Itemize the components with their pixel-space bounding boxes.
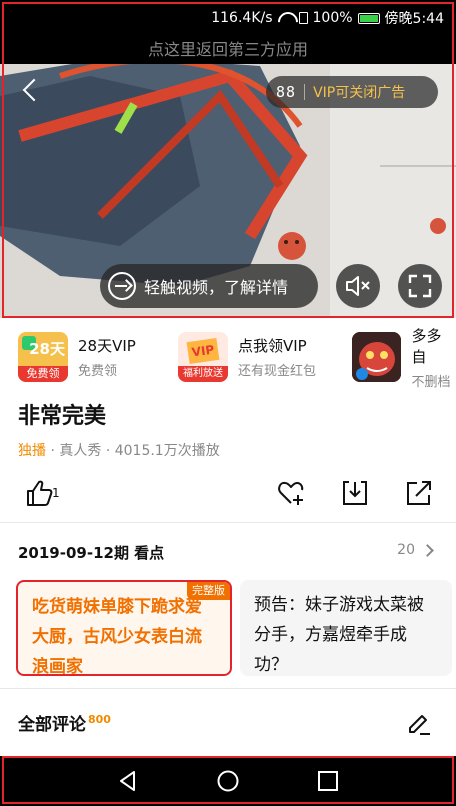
comments-count: 800 (88, 713, 111, 727)
full-version-badge: 完整版 (187, 582, 230, 600)
thumb-text: 28天 (29, 340, 65, 358)
wifi-icon (278, 12, 294, 24)
fullscreen-button[interactable] (398, 264, 442, 308)
highlight-card[interactable]: 完整版 吃货萌妹单膝下跪求爱大厨，古风少女表白流浪画家 (16, 580, 232, 677)
promo-subtitle: 还有现金红包 (238, 364, 317, 379)
network-speed: 116.4K/s (211, 10, 273, 26)
period-label: 2019-09-12期 看点 (18, 544, 165, 562)
battery-icon (357, 12, 380, 24)
return-to-app-banner[interactable]: 点这里返回第三方应用 (0, 36, 456, 64)
like-button[interactable]: 1 (24, 478, 64, 508)
episode-count-link[interactable]: 20 (397, 542, 434, 558)
arrow-circle-icon (108, 272, 136, 300)
promo-title: 28天VIP (78, 337, 136, 355)
game-character-icon (352, 332, 402, 382)
favorite-button[interactable] (276, 478, 306, 508)
learn-more-button[interactable]: 轻触视频，了解详情 (100, 264, 318, 308)
recents-square-icon[interactable] (316, 769, 340, 793)
show-category: 真人秀 (59, 443, 102, 459)
sim-icon (298, 12, 308, 24)
promo-thumb-3 (352, 332, 402, 382)
promo-subtitle: 不删档 (411, 374, 451, 390)
write-comment-button[interactable] (406, 710, 432, 736)
system-nav-bar (0, 756, 456, 806)
promo-item-1[interactable]: 28天 免费领 28天VIP 免费领 (18, 330, 136, 384)
comments-header[interactable]: 全部评论 800 (18, 710, 111, 735)
like-count: 1 (52, 486, 60, 500)
download-button[interactable] (340, 478, 370, 508)
show-meta: 独播 · 真人秀 · 4015.1万次播放 (18, 443, 220, 459)
back-arrow-icon[interactable] (20, 78, 44, 102)
battery-percent: 100% (312, 10, 353, 26)
speaker-mute-icon (346, 276, 370, 296)
promo-subtitle: 免费领 (78, 364, 118, 379)
promo-item-2[interactable]: VIP 福利放送 点我领VIP 还有现金红包 (178, 330, 316, 384)
highlight-card-text: 吃货萌妹单膝下跪求爱大厨，古风少女表白流浪画家 (32, 597, 202, 677)
ad-countdown: 88 (276, 83, 297, 101)
divider (304, 84, 306, 100)
show-title: 非常完美 (18, 404, 107, 429)
promo-title: 多多自 (411, 326, 442, 366)
promo-thumb-1: 28天 免费领 (18, 332, 68, 382)
back-triangle-icon[interactable] (116, 769, 140, 793)
promo-thumb-2: VIP 福利放送 (178, 332, 228, 382)
divider (0, 688, 456, 689)
thumb-sub: 免费领 (18, 366, 68, 382)
pencil-icon (409, 715, 430, 735)
learn-more-label: 轻触视频，了解详情 (144, 278, 289, 297)
vip-close-ad-label: VIP可关闭广告 (313, 85, 406, 101)
thumb-sub: 福利放送 (178, 366, 228, 382)
exclusive-tag: 独播 (18, 443, 46, 459)
clock: 傍晚5:44 (384, 11, 444, 27)
thumb-text: VIP (186, 338, 220, 364)
home-circle-icon[interactable] (216, 769, 240, 793)
chevron-right-icon (421, 543, 434, 557)
play-count: 4015.1万次播放 (114, 443, 220, 459)
fullscreen-icon (408, 274, 432, 298)
share-button[interactable] (404, 478, 434, 508)
heart-plus-icon (278, 481, 304, 505)
preview-card-text: 预告：妹子游戏太菜被分手，方嘉煜牵手成功？ (254, 595, 424, 675)
promo-item-3[interactable]: 多多自 不删档 (352, 327, 456, 390)
episode-count: 20 (397, 542, 415, 558)
preview-card[interactable]: 预告：妹子游戏太菜被分手，方嘉煜牵手成功？ (240, 580, 452, 676)
download-icon (343, 481, 367, 505)
status-bar: 116.4K/s 100% 傍晚5:44 (0, 0, 456, 36)
promo-title: 点我领VIP (238, 337, 307, 355)
divider (0, 522, 456, 523)
mute-button[interactable] (336, 264, 380, 308)
share-icon (407, 481, 431, 505)
comments-label: 全部评论 (18, 715, 86, 735)
vip-close-ad-button[interactable]: 88 VIP可关闭广告 (266, 76, 438, 108)
